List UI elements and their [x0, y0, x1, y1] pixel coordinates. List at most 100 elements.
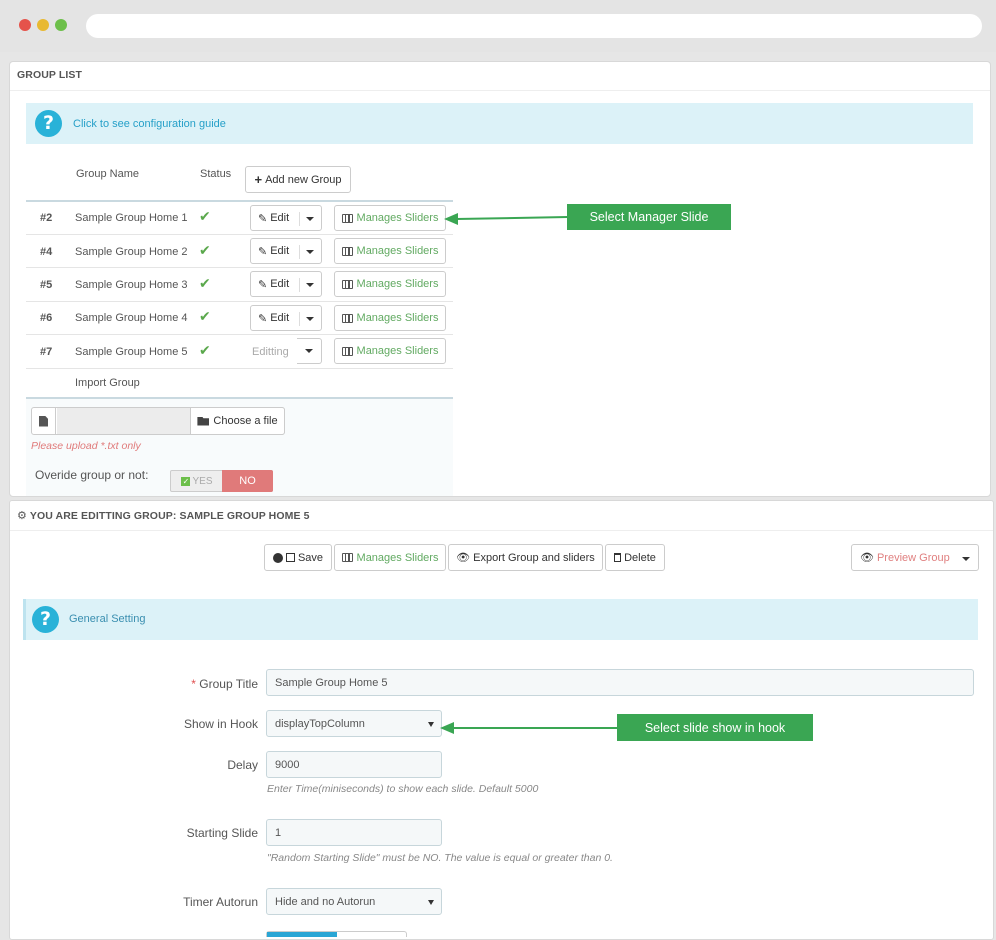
address-bar[interactable] — [86, 14, 982, 38]
manage-sliders-button[interactable]: Manages Sliders — [334, 338, 446, 364]
show-in-hook-select[interactable]: displayTopColumn — [266, 710, 442, 737]
divider — [10, 530, 993, 531]
manage-sliders-button[interactable]: Manages Sliders — [334, 544, 446, 571]
edit-button[interactable]: ✎ Edit — [250, 205, 322, 231]
trash-icon — [614, 553, 622, 562]
save-button[interactable]: Save — [264, 544, 332, 571]
general-setting-banner — [23, 599, 978, 640]
group-title-input[interactable]: Sample Group Home 5 — [266, 669, 974, 696]
starting-slide-help: "Random Starting Slide" must be NO. The … — [267, 852, 613, 864]
general-setting-title: General Setting — [69, 613, 146, 625]
delay-input[interactable]: 9000 — [266, 751, 442, 778]
divider — [10, 90, 990, 91]
close-window-dot[interactable] — [19, 19, 31, 31]
row-divider — [26, 234, 453, 235]
import-group-label: Import Group — [75, 377, 140, 389]
timer-autorun-select[interactable]: Hide and no Autorun — [266, 888, 442, 915]
annotation-hook-slide: Select slide show in hook — [617, 714, 813, 741]
edit-panel-header: ⚙ YOU ARE EDITTING GROUP: SAMPLE GROUP H… — [17, 509, 310, 522]
edit-button[interactable]: ✎ Edit — [250, 271, 322, 297]
file-icon — [32, 408, 56, 434]
manage-sliders-button[interactable]: Manages Sliders — [334, 238, 446, 264]
row-name: Sample Group Home 3 — [75, 279, 188, 291]
caret-down-icon — [305, 349, 313, 353]
editing-status: Editting — [252, 346, 289, 358]
override-label: Overide group or not: — [35, 468, 149, 482]
caret-down-icon[interactable] — [306, 250, 314, 254]
eye-icon: 👁 — [860, 551, 874, 564]
preview-group-button[interactable]: 👁 Preview Group — [851, 544, 979, 571]
table-top-border — [26, 200, 453, 202]
manage-sliders-button[interactable]: Manages Sliders — [334, 305, 446, 331]
group-title-label: * Group Title — [191, 677, 258, 691]
row-id: #7 — [40, 346, 53, 358]
row-id: #2 — [40, 212, 53, 224]
pencil-icon: ✎ — [258, 211, 268, 225]
manage-sliders-button[interactable]: Manages Sliders — [334, 205, 446, 231]
divider — [299, 245, 300, 259]
delete-button[interactable]: Delete — [605, 544, 665, 571]
add-group-button[interactable]: + Add new Group — [245, 166, 351, 193]
guide-link[interactable]: Click to see configuration guide — [73, 118, 226, 130]
pencil-icon: ✎ — [258, 311, 268, 325]
toggle-no[interactable]: NO — [222, 470, 273, 492]
check-icon: ✔ — [199, 209, 211, 225]
divider — [299, 278, 300, 292]
manage-sliders-button[interactable]: Manages Sliders — [334, 271, 446, 297]
circle-arrow-icon — [272, 552, 283, 563]
row-name: Sample Group Home 2 — [75, 246, 188, 258]
check-icon: ✔ — [199, 243, 211, 259]
check-icon: ✔ — [199, 343, 211, 359]
caret-down-icon[interactable] — [306, 283, 314, 287]
film-icon — [341, 279, 353, 289]
select-caret-icon — [428, 722, 434, 727]
show-in-hook-label: Show in Hook — [183, 717, 258, 731]
row-name: Sample Group Home 5 — [75, 346, 188, 358]
row-id: #4 — [40, 246, 53, 258]
plus-icon: + — [254, 172, 263, 187]
caret-down-icon[interactable] — [306, 317, 314, 321]
pencil-icon: ✎ — [258, 277, 268, 291]
toggle-yes[interactable]: ✓ YES — [172, 472, 222, 490]
caret-down-icon[interactable] — [962, 557, 970, 561]
editing-dropdown-toggle[interactable] — [297, 338, 322, 364]
caret-down-icon[interactable] — [306, 217, 314, 221]
header-group-name: Group Name — [76, 168, 139, 180]
film-icon — [341, 553, 353, 562]
edit-button[interactable]: ✎ Edit — [250, 238, 322, 264]
upload-hint: Please upload *.txt only — [31, 440, 141, 452]
file-path-input[interactable] — [57, 408, 190, 434]
film-icon — [341, 213, 353, 223]
question-icon: ? — [32, 606, 59, 633]
row-name: Sample Group Home 4 — [75, 312, 188, 324]
starting-slide-input[interactable]: 1 — [266, 819, 442, 846]
annotation-manager-slide: Select Manager Slide — [567, 204, 731, 230]
checkbox-icon: ✓ — [181, 476, 191, 486]
row-name: Sample Group Home 1 — [75, 212, 188, 224]
row-divider — [26, 334, 453, 335]
row-divider — [26, 368, 453, 369]
divider — [299, 212, 300, 226]
header-status: Status — [200, 168, 232, 180]
starting-slide-label: Starting Slide — [186, 826, 258, 840]
gears-icon: ⚙ — [17, 509, 27, 522]
check-icon: ✔ — [199, 276, 211, 292]
film-icon — [341, 246, 353, 256]
folder-icon — [197, 416, 210, 426]
maximize-window-dot[interactable] — [55, 19, 67, 31]
divider — [299, 312, 300, 326]
annotation-line — [452, 727, 618, 729]
film-icon — [341, 346, 353, 356]
delay-label: Delay — [227, 758, 258, 772]
film-icon — [341, 313, 353, 323]
edit-button[interactable]: ✎ Edit — [250, 305, 322, 331]
row-divider — [26, 301, 453, 302]
floppy-icon — [285, 553, 295, 562]
group-list-title: GROUP LIST — [17, 69, 82, 81]
export-group-button[interactable]: 👁 Export Group and sliders — [448, 544, 603, 571]
minimize-window-dot[interactable] — [37, 19, 49, 31]
check-icon: ✔ — [199, 309, 211, 325]
question-icon: ? — [35, 110, 62, 137]
choose-file-button[interactable]: Choose a file — [190, 407, 285, 435]
timer-autorun-label: Timer Autorun — [183, 895, 258, 909]
